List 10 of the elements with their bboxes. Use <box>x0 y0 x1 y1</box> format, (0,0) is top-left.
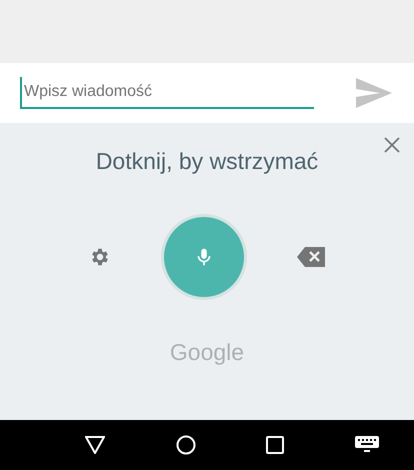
keyboard-icon[interactable] <box>354 436 379 454</box>
message-field[interactable]: Wpisz wiadomość <box>20 77 314 109</box>
back-icon[interactable] <box>85 436 106 454</box>
voice-prompt: Dotknij, by wstrzymać <box>96 148 318 175</box>
backspace-icon[interactable] <box>297 247 325 267</box>
brand-logo: Google <box>170 339 244 366</box>
microphone-button[interactable] <box>164 217 244 297</box>
recents-icon[interactable] <box>266 436 284 454</box>
home-icon[interactable] <box>176 435 196 455</box>
close-icon[interactable] <box>384 137 400 153</box>
